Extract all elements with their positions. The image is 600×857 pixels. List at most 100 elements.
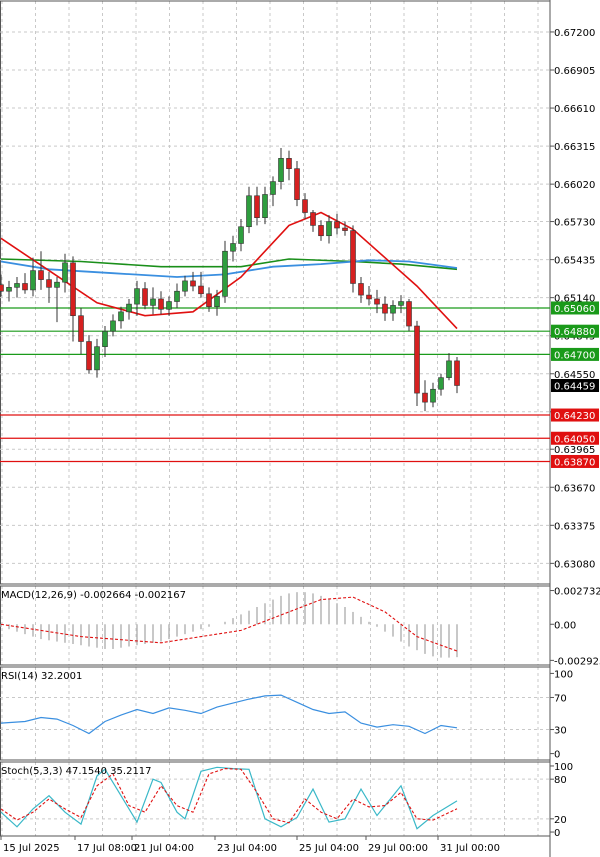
price-tag-label: 0.64880 bbox=[554, 327, 595, 338]
candle-body bbox=[254, 195, 260, 218]
y-tick-label: 0 bbox=[554, 828, 560, 839]
price-panel: 0.67200 0.66905 0.66610 0.66315 0.66020 0.657… bbox=[0, 28, 599, 570]
x-tick-label: 21 Jul 04:00 bbox=[134, 843, 194, 854]
candle-body bbox=[430, 388, 436, 403]
candle-body bbox=[118, 311, 124, 322]
y-tick-label: 20 bbox=[554, 815, 567, 826]
candle-body bbox=[366, 294, 372, 300]
candle-body bbox=[262, 194, 268, 218]
candle-body bbox=[454, 360, 460, 386]
candle-body bbox=[102, 330, 108, 347]
candle-body bbox=[238, 226, 244, 244]
rsi-indicator-label: RSI(14) 32.2001 bbox=[1, 671, 82, 682]
stoch-indicator-label: Stoch(5,3,3) 47.1540 35.2117 bbox=[1, 766, 152, 777]
candle-body bbox=[22, 283, 28, 291]
candle-body bbox=[230, 243, 236, 252]
y-tick-label: 0.63375 bbox=[554, 521, 595, 532]
y-tick-label: 0.63080 bbox=[554, 559, 595, 570]
y-tick-label: 0.66905 bbox=[554, 66, 595, 77]
candle-body bbox=[0, 284, 4, 292]
candle-body bbox=[422, 392, 428, 403]
candle-body bbox=[382, 303, 388, 314]
macd-indicator-label: MACD(12,26,9) -0.002664 -0.002167 bbox=[1, 590, 186, 601]
candle-body bbox=[14, 283, 20, 288]
candle-body bbox=[294, 168, 300, 200]
candle-body bbox=[302, 199, 308, 213]
y-tick-label: 70 bbox=[554, 693, 567, 704]
candle-body bbox=[174, 290, 180, 302]
candle-body bbox=[30, 270, 36, 291]
candle-body bbox=[286, 158, 292, 169]
candle-body bbox=[94, 346, 100, 371]
candle-body bbox=[222, 250, 228, 297]
candle-body bbox=[318, 225, 324, 237]
candle-body bbox=[158, 298, 164, 310]
candle-body bbox=[326, 221, 332, 237]
candle-body bbox=[398, 301, 404, 306]
price-tag-label: 0.64050 bbox=[554, 434, 595, 445]
candle-body bbox=[358, 283, 364, 296]
x-tick-label: 31 Jul 00:00 bbox=[440, 843, 500, 854]
candle-body bbox=[374, 298, 380, 305]
candle-body bbox=[190, 280, 196, 287]
price-tag-label: 0.64700 bbox=[554, 350, 595, 361]
candle-body bbox=[54, 281, 60, 288]
candle-body bbox=[46, 279, 52, 288]
y-tick-label: 0.65730 bbox=[554, 218, 595, 229]
candle-body bbox=[134, 288, 140, 305]
x-tick-label: 15 Jul 2025 bbox=[3, 843, 60, 854]
candle-body bbox=[110, 320, 116, 332]
candle-body bbox=[278, 158, 284, 182]
candle-body bbox=[438, 377, 444, 390]
y-tick-label: 30 bbox=[554, 726, 567, 737]
candle-body bbox=[38, 270, 44, 280]
y-tick-label: -0.002925 bbox=[554, 656, 600, 667]
y-tick-label: 0.66315 bbox=[554, 142, 595, 153]
y-tick-label: 100 bbox=[554, 762, 573, 773]
grid-lines bbox=[1, 1, 539, 836]
candle-body bbox=[246, 195, 252, 228]
x-tick-label: 29 Jul 00:00 bbox=[368, 843, 428, 854]
x-axis: 15 Jul 2025 17 Jul 08:0021 Jul 04:00 23 Ju… bbox=[0, 836, 500, 854]
candle-body bbox=[342, 227, 348, 231]
candle-body bbox=[150, 298, 156, 306]
y-tick-label: 0.63670 bbox=[554, 483, 595, 494]
price-tag-label: 0.64230 bbox=[554, 411, 595, 422]
candle-body bbox=[70, 262, 76, 317]
x-tick-label: 25 Jul 04:00 bbox=[299, 843, 359, 854]
candle-body bbox=[310, 212, 316, 226]
y-tick-label: 80 bbox=[554, 775, 567, 786]
candle-body bbox=[62, 262, 68, 283]
candle-body bbox=[270, 181, 276, 195]
candle-body bbox=[406, 301, 412, 327]
x-tick-label: 23 Jul 04:00 bbox=[217, 843, 277, 854]
candle-body bbox=[182, 280, 188, 292]
y-tick-label: 0.66020 bbox=[554, 180, 595, 191]
candle-body bbox=[446, 360, 452, 378]
candle-body bbox=[126, 303, 132, 313]
candle-body bbox=[78, 315, 84, 342]
candle-body bbox=[86, 341, 92, 371]
price-tag-label: 0.65060 bbox=[554, 304, 595, 315]
forex-chart[interactable]: 0.67200 0.66905 0.66610 0.66315 0.66020 0.657… bbox=[0, 0, 600, 857]
price-tag-label: 0.63870 bbox=[554, 457, 595, 468]
rsi-panel-frame bbox=[0, 666, 551, 761]
candle-body bbox=[142, 288, 148, 306]
candle-body bbox=[414, 325, 420, 394]
price-tag-label: 0.64459 bbox=[554, 381, 595, 392]
candle-body bbox=[166, 301, 172, 310]
candle-body bbox=[350, 230, 356, 284]
y-tick-label: 0.67200 bbox=[554, 28, 595, 39]
candle-body bbox=[6, 287, 12, 292]
macd-panel: 0.002732 0.00 -0.002925 MACD(12,26,9) -0.00… bbox=[0, 587, 600, 667]
y-tick-label: 0.002732 bbox=[554, 587, 600, 598]
x-tick-label: 17 Jul 08:00 bbox=[77, 843, 137, 854]
stoch-panel: 100 80 20 0 Stoch(5,3,3) 47.1540 35.2117 bbox=[0, 762, 573, 839]
candle-body bbox=[214, 296, 220, 307]
candle-body bbox=[198, 285, 204, 295]
y-tick-label: 0 bbox=[554, 750, 560, 761]
y-tick-label: 0.63965 bbox=[554, 445, 595, 456]
y-tick-label: 0.00 bbox=[554, 620, 576, 631]
y-tick-label: 0.66610 bbox=[554, 104, 595, 115]
candle-body bbox=[334, 221, 340, 229]
